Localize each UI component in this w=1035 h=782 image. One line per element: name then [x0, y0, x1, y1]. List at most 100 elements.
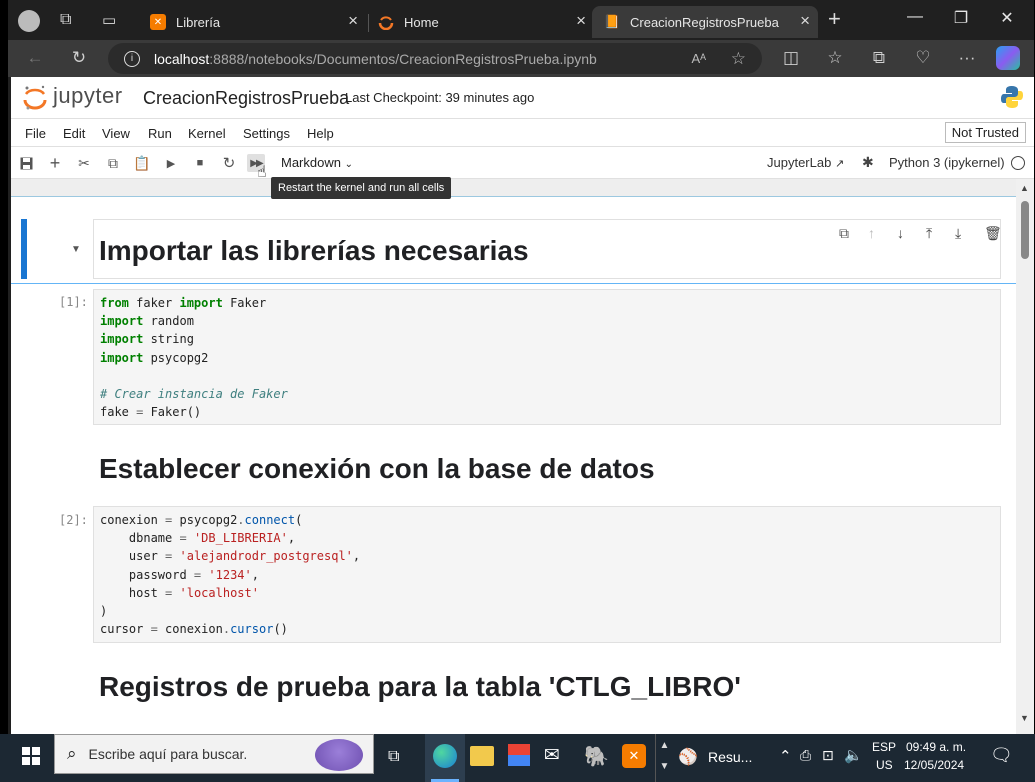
- move-up-icon[interactable]: ↑: [868, 225, 875, 241]
- restore-icon[interactable]: ❐: [938, 8, 984, 28]
- save-icon[interactable]: [17, 154, 35, 172]
- camera-icon[interactable]: ⎙: [800, 747, 811, 764]
- favorites-icon[interactable]: ☆: [824, 48, 846, 68]
- minimize-icon[interactable]: —: [892, 8, 938, 26]
- kernel-name[interactable]: Python 3 (ipykernel): [889, 155, 1005, 170]
- add-cell-icon[interactable]: +: [46, 153, 64, 173]
- cell-type-label: Markdown: [281, 155, 341, 170]
- taskbar-search-box[interactable]: ⌕ Escribe aquí para buscar.: [54, 734, 374, 774]
- code-cell-2[interactable]: conexion = psycopg2.connect( dbname = 'D…: [93, 506, 1001, 643]
- browser-window: ⧉ ▭ ✕ Librería × Home × 📙 CreacionRegist…: [8, 0, 1034, 734]
- close-window-icon[interactable]: ✕: [984, 8, 1030, 28]
- back-icon[interactable]: ←: [24, 48, 46, 68]
- network-icon[interactable]: ⊡: [822, 747, 834, 764]
- insert-below-icon[interactable]: ⤓: [955, 225, 961, 242]
- cell-prompt-1: [1]:: [59, 295, 88, 309]
- mail-icon[interactable]: ✉: [544, 744, 560, 767]
- volume-icon[interactable]: 🔈: [844, 746, 863, 764]
- run-icon[interactable]: ▶: [162, 154, 180, 172]
- url-path: :8888/notebooks/Documentos/CreacionRegis…: [209, 50, 597, 67]
- menu-help[interactable]: Help: [307, 126, 334, 141]
- insert-above-icon[interactable]: ⤒: [926, 225, 932, 242]
- copy-icon[interactable]: ⧉: [104, 154, 122, 172]
- heading-import-libraries: Importar las librerías necesarias: [99, 235, 529, 266]
- taskbar-edge-button[interactable]: [425, 734, 465, 782]
- address-bar[interactable]: i localhost:8888/notebooks/Documentos/Cr…: [108, 43, 762, 74]
- windows-start-icon[interactable]: [22, 747, 40, 765]
- copilot-icon[interactable]: [996, 46, 1020, 70]
- menu-file[interactable]: File: [25, 126, 46, 141]
- cell-top-strip: [11, 179, 1016, 197]
- chevron-down-icon[interactable]: ▼: [656, 761, 673, 772]
- refresh-icon[interactable]: ↻: [68, 48, 90, 68]
- cell-type-dropdown[interactable]: Markdown ⌄: [281, 155, 353, 170]
- menu-bar: File Edit View Run Kernel Settings Help …: [11, 119, 1034, 147]
- tab-libreria[interactable]: ✕ Librería ×: [140, 6, 366, 38]
- scroll-up-icon[interactable]: ▲: [1020, 183, 1029, 193]
- tab-creacion-registros-prueba[interactable]: 📙 CreacionRegistrosPrueba ×: [592, 6, 818, 38]
- taskbar-scroll-control[interactable]: ▲ ▼: [655, 734, 673, 782]
- more-menu-icon[interactable]: ···: [956, 48, 978, 68]
- heading-db-connection: Establecer conexión con la base de datos: [99, 453, 655, 484]
- duplicate-cell-icon[interactable]: ⧉: [839, 225, 849, 242]
- tab-actions-icon[interactable]: ▭: [102, 11, 116, 29]
- close-tab-icon[interactable]: ×: [576, 12, 586, 29]
- external-link-icon: ↗: [834, 158, 845, 170]
- menu-edit[interactable]: Edit: [63, 126, 85, 141]
- chevron-up-icon[interactable]: ▲: [656, 740, 673, 751]
- clock-date[interactable]: 12/05/2024: [904, 758, 964, 772]
- read-aloud-icon[interactable]: Aᴬ: [691, 51, 706, 66]
- url-host: localhost: [154, 50, 210, 67]
- menu-kernel[interactable]: Kernel: [188, 126, 226, 141]
- favorite-star-icon[interactable]: ☆: [731, 49, 746, 69]
- show-hidden-icons-chevron-icon[interactable]: ⌃: [779, 747, 792, 765]
- jupyterlab-link[interactable]: JupyterLab ↗: [767, 155, 844, 170]
- tab-home[interactable]: Home ×: [368, 6, 594, 38]
- taskbar-app-label[interactable]: Resu...: [708, 749, 752, 765]
- clock-time[interactable]: 09:49 a. m.: [906, 740, 966, 754]
- profile-avatar[interactable]: [18, 10, 40, 32]
- close-tab-icon[interactable]: ×: [800, 12, 810, 29]
- search-icon: ⌕: [67, 744, 77, 763]
- edge-browser-icon: [433, 744, 457, 768]
- collapse-caret-icon[interactable]: ▼: [71, 244, 81, 255]
- code-cell-1[interactable]: from faker import Faker import random im…: [93, 289, 1001, 425]
- task-view-icon[interactable]: ⧉: [388, 748, 399, 766]
- notifications-icon[interactable]: 🗨: [990, 745, 1013, 766]
- split-screen-icon[interactable]: ◫: [780, 48, 802, 68]
- menu-settings[interactable]: Settings: [243, 126, 290, 141]
- restart-icon[interactable]: ↻: [220, 154, 238, 172]
- jupyterlab-link-label: JupyterLab: [767, 155, 832, 170]
- jupyter-icon: [378, 14, 394, 30]
- xampp-taskbar-icon[interactable]: ✕: [622, 744, 646, 768]
- keyboard-layout-indicator[interactable]: US: [876, 758, 893, 772]
- workspaces-icon[interactable]: ⧉: [60, 11, 71, 29]
- trust-status-button[interactable]: Not Trusted: [944, 122, 1026, 143]
- postgresql-icon[interactable]: 🐘: [584, 744, 609, 769]
- close-tab-icon[interactable]: ×: [348, 12, 358, 29]
- xampp-icon: ✕: [150, 14, 166, 30]
- tab-label: Librería: [176, 14, 221, 30]
- info-icon[interactable]: i: [124, 50, 140, 67]
- vertical-scrollbar[interactable]: ▲ ▼: [1016, 179, 1034, 734]
- file-explorer-icon[interactable]: [470, 746, 494, 766]
- performance-icon[interactable]: ♡: [912, 48, 934, 68]
- search-highlight-image: [315, 739, 363, 771]
- language-indicator[interactable]: ESP: [872, 740, 896, 754]
- move-down-icon[interactable]: ↓: [897, 225, 904, 241]
- notebook-title[interactable]: CreacionRegistrosPrueba: [143, 88, 349, 109]
- scrollbar-thumb[interactable]: [1021, 201, 1029, 259]
- microsoft-store-icon[interactable]: [508, 744, 530, 766]
- paste-icon[interactable]: 📋: [133, 154, 151, 172]
- menu-run[interactable]: Run: [148, 126, 172, 141]
- collections-icon[interactable]: ⧉: [868, 48, 890, 68]
- mlb-app-icon[interactable]: ⚾: [678, 747, 698, 767]
- menu-view[interactable]: View: [102, 126, 130, 141]
- delete-cell-icon[interactable]: 🗑: [984, 225, 1002, 242]
- cut-icon[interactable]: ✂: [75, 154, 93, 172]
- heading-test-records: Registros de prueba para la tabla 'CTLG_…: [99, 671, 741, 702]
- scroll-down-icon[interactable]: ▼: [1020, 713, 1029, 723]
- stop-icon[interactable]: ■: [191, 154, 209, 172]
- debugger-bug-icon[interactable]: ✱: [862, 154, 874, 171]
- new-tab-icon[interactable]: +: [828, 8, 841, 30]
